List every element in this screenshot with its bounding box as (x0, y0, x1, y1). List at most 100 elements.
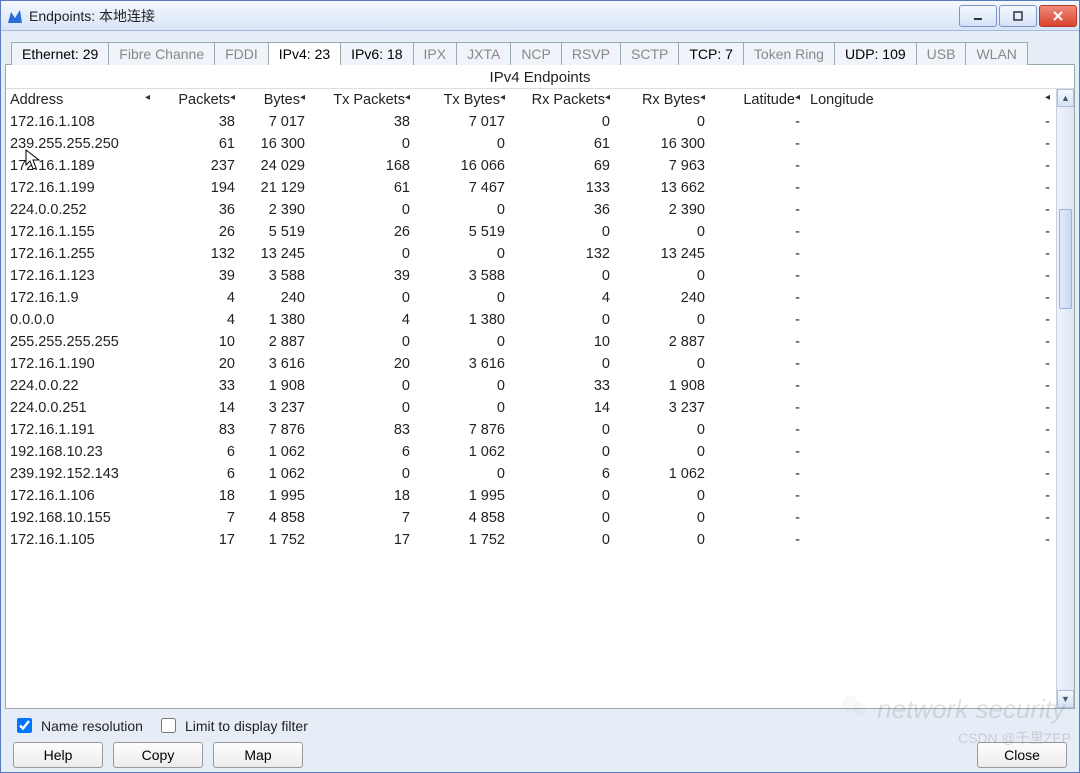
cell-rxb: 0 (616, 529, 711, 551)
tab-udp-109[interactable]: UDP: 109 (834, 42, 917, 65)
cell-address: 172.16.1.105 (6, 529, 156, 551)
cell-bytes: 1 062 (241, 441, 311, 463)
tab-ipv6-18[interactable]: IPv6: 18 (340, 42, 413, 65)
cell-txb: 1 062 (416, 441, 511, 463)
maximize-button[interactable] (999, 5, 1037, 27)
copy-button[interactable]: Copy (113, 742, 203, 768)
cell-lat: - (711, 155, 806, 177)
cell-bytes: 1 380 (241, 309, 311, 331)
cell-txb: 0 (416, 375, 511, 397)
table-row[interactable]: 172.16.1.105171 752171 75200-- (6, 529, 1056, 551)
limit-filter-input[interactable] (161, 718, 176, 733)
tab-fibre-channe[interactable]: Fibre Channe (108, 42, 215, 65)
endpoints-panel: IPv4 Endpoints Address◂ Packets◂ (5, 65, 1075, 709)
table-row[interactable]: 224.0.0.251143 23700143 237-- (6, 397, 1056, 419)
tab-rsvp[interactable]: RSVP (561, 42, 621, 65)
table-row[interactable]: 172.16.1.25513213 2450013213 245-- (6, 243, 1056, 265)
col-address[interactable]: Address◂ (6, 89, 156, 111)
cell-bytes: 3 588 (241, 265, 311, 287)
table-row[interactable]: 172.16.1.94240004240-- (6, 287, 1056, 309)
cell-txb: 1 752 (416, 529, 511, 551)
cell-bytes: 16 300 (241, 133, 311, 155)
cell-packets: 7 (156, 507, 241, 529)
cell-rxp: 10 (511, 331, 616, 353)
cell-lon: - (806, 265, 1056, 287)
close-window-button[interactable] (1039, 5, 1077, 27)
cell-rxp: 0 (511, 419, 616, 441)
scroll-down-button[interactable]: ▼ (1057, 690, 1074, 708)
minimize-button[interactable] (959, 5, 997, 27)
cell-rxb: 13 662 (616, 177, 711, 199)
tab-wlan[interactable]: WLAN (965, 42, 1027, 65)
table-row[interactable]: 239.255.255.2506116 300006116 300-- (6, 133, 1056, 155)
cell-lon: - (806, 529, 1056, 551)
tab-jxta[interactable]: JXTA (456, 42, 511, 65)
name-resolution-input[interactable] (17, 718, 32, 733)
close-button[interactable]: Close (977, 742, 1067, 768)
table-row[interactable]: 255.255.255.255102 88700102 887-- (6, 331, 1056, 353)
col-rx-bytes[interactable]: Rx Bytes◂ (616, 89, 711, 111)
limit-filter-checkbox[interactable]: Limit to display filter (157, 715, 308, 736)
tab-ethernet-29[interactable]: Ethernet: 29 (11, 42, 109, 65)
cell-txb: 5 519 (416, 221, 511, 243)
wireshark-fin-icon (7, 8, 23, 24)
table-row[interactable]: 172.16.1.190203 616203 61600-- (6, 353, 1056, 375)
tab-ncp[interactable]: NCP (510, 42, 562, 65)
vertical-scrollbar[interactable]: ▲ ▼ (1056, 89, 1074, 708)
cell-address: 172.16.1.123 (6, 265, 156, 287)
table-row[interactable]: 239.192.152.14361 0620061 062-- (6, 463, 1056, 485)
table-row[interactable]: 172.16.1.123393 588393 58800-- (6, 265, 1056, 287)
tab-ipv4-23[interactable]: IPv4: 23 (268, 42, 341, 65)
cell-rxb: 240 (616, 287, 711, 309)
col-packets[interactable]: Packets◂ (156, 89, 241, 111)
tab-usb[interactable]: USB (916, 42, 967, 65)
cell-txb: 3 616 (416, 353, 511, 375)
cell-lon: - (806, 199, 1056, 221)
tab-sctp[interactable]: SCTP (620, 42, 679, 65)
cell-rxp: 0 (511, 353, 616, 375)
tab-ipx[interactable]: IPX (413, 42, 458, 65)
col-bytes[interactable]: Bytes◂ (241, 89, 311, 111)
col-latitude[interactable]: Latitude◂ (711, 89, 806, 111)
table-row[interactable]: 0.0.0.041 38041 38000-- (6, 309, 1056, 331)
col-tx-packets[interactable]: Tx Packets◂ (311, 89, 416, 111)
col-tx-bytes[interactable]: Tx Bytes◂ (416, 89, 511, 111)
table-row[interactable]: 224.0.0.252362 39000362 390-- (6, 199, 1056, 221)
col-rx-packets[interactable]: Rx Packets◂ (511, 89, 616, 111)
cell-lat: - (711, 529, 806, 551)
cell-lat: - (711, 353, 806, 375)
name-resolution-checkbox[interactable]: Name resolution (13, 715, 143, 736)
cell-rxb: 0 (616, 111, 711, 133)
scroll-up-button[interactable]: ▲ (1057, 89, 1074, 107)
tab-token-ring[interactable]: Token Ring (743, 42, 835, 65)
tab-fddi[interactable]: FDDI (214, 42, 269, 65)
table-row[interactable]: 192.168.10.2361 06261 06200-- (6, 441, 1056, 463)
cell-rxb: 3 237 (616, 397, 711, 419)
table-row[interactable]: 172.16.1.108387 017387 01700-- (6, 111, 1056, 133)
table-row[interactable]: 172.16.1.18923724 02916816 066697 963-- (6, 155, 1056, 177)
limit-filter-label: Limit to display filter (185, 718, 308, 734)
cell-lon: - (806, 243, 1056, 265)
cell-lon: - (806, 353, 1056, 375)
table-row[interactable]: 192.168.10.15574 85874 85800-- (6, 507, 1056, 529)
table-row[interactable]: 172.16.1.155265 519265 51900-- (6, 221, 1056, 243)
table-row[interactable]: 172.16.1.106181 995181 99500-- (6, 485, 1056, 507)
cell-lat: - (711, 133, 806, 155)
cell-packets: 38 (156, 111, 241, 133)
cell-txb: 0 (416, 133, 511, 155)
cell-rxp: 0 (511, 221, 616, 243)
scroll-thumb[interactable] (1059, 209, 1072, 309)
table-row[interactable]: 224.0.0.22331 90800331 908-- (6, 375, 1056, 397)
table-row[interactable]: 172.16.1.191837 876837 87600-- (6, 419, 1056, 441)
cell-bytes: 1 995 (241, 485, 311, 507)
table-row[interactable]: 172.16.1.19919421 129617 46713313 662-- (6, 177, 1056, 199)
map-button[interactable]: Map (213, 742, 303, 768)
cell-txp: 0 (311, 287, 416, 309)
tab-tcp-7[interactable]: TCP: 7 (678, 42, 744, 65)
cell-packets: 26 (156, 221, 241, 243)
help-button[interactable]: Help (13, 742, 103, 768)
col-longitude[interactable]: Longitude◂ (806, 89, 1056, 111)
column-headers: Address◂ Packets◂ Bytes◂ Tx Packets◂ Tx … (6, 89, 1056, 111)
cell-rxp: 6 (511, 463, 616, 485)
cell-lon: - (806, 419, 1056, 441)
